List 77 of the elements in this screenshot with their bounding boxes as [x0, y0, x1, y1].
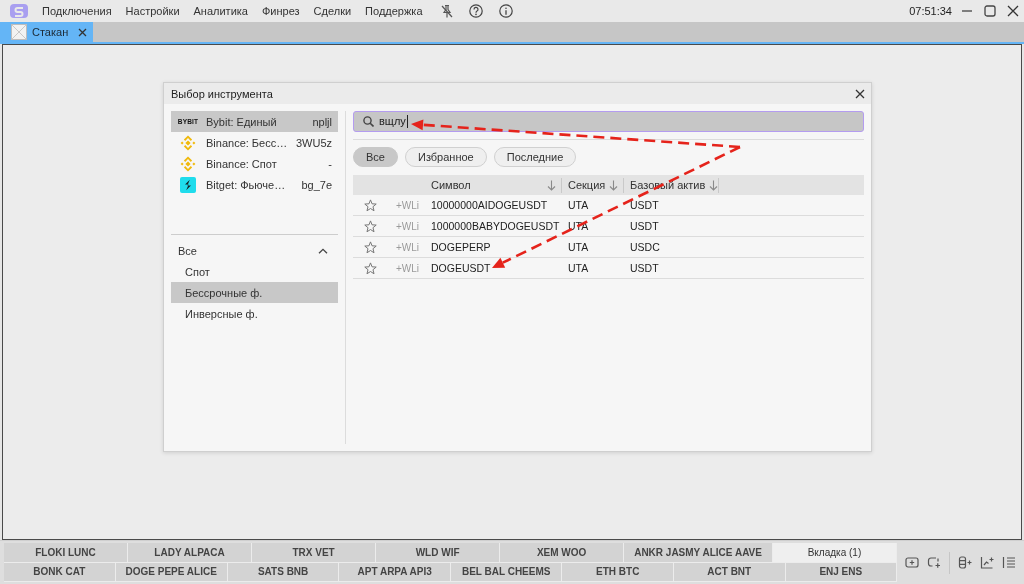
account-name: Binance: Бесс…: [206, 136, 288, 149]
close-icon[interactable]: [1007, 5, 1019, 17]
table-row[interactable]: +WLi 10000000AIDOGEUSDT UTA USDT: [353, 195, 864, 216]
symbol-text: 1000000BABYDOGEUSDT: [430, 220, 560, 232]
market-filter-item[interactable]: Спот: [171, 261, 338, 282]
menu-item[interactable]: Финрез: [262, 4, 300, 18]
base-asset-text: USDT: [629, 220, 659, 232]
symbol-text: DOGEPERP: [430, 241, 491, 253]
stack-plus-icon[interactable]: [958, 556, 972, 569]
base-asset-text: USDT: [629, 262, 659, 274]
workspace-tab[interactable]: TRX VET: [252, 543, 377, 562]
star-icon[interactable]: [364, 240, 377, 254]
filter-button[interactable]: Последние: [493, 147, 577, 167]
filter-button[interactable]: Все: [353, 147, 398, 167]
account-id: npljl: [312, 115, 332, 128]
workspace-tab[interactable]: Вкладка (1): [772, 543, 897, 562]
account-name: Bybit: Единый: [206, 115, 278, 128]
maximize-icon[interactable]: [984, 5, 996, 17]
menu-item[interactable]: Поддержка: [365, 4, 423, 18]
section-text: UTA: [567, 262, 589, 274]
dialog-title: Выбор инструмента: [171, 87, 274, 100]
chart-plus-icon[interactable]: [980, 556, 994, 569]
workspace-tab[interactable]: XEM WOO: [500, 543, 625, 562]
menu-item[interactable]: Подключения: [42, 4, 112, 18]
workspace-tab[interactable]: ANKR JASMY ALICE AAVE: [624, 543, 773, 562]
market-filter-item[interactable]: Бессрочные ф.: [171, 282, 338, 303]
crossed-square-icon: [11, 24, 27, 40]
close-icon[interactable]: [78, 27, 87, 37]
info-icon[interactable]: [498, 4, 513, 18]
workspace-tab[interactable]: LADY ALPACA: [128, 543, 253, 562]
workspace-tab[interactable]: WLD WIF: [376, 543, 501, 562]
diamond-logo-icon: [180, 155, 196, 172]
account-id: bg_7e: [301, 178, 332, 191]
chevron-up-icon[interactable]: [318, 247, 328, 254]
filter-button[interactable]: Избранное: [404, 147, 487, 167]
table-row[interactable]: +WLi DOGEPERP UTA USDC: [353, 237, 864, 258]
star-icon[interactable]: [364, 198, 377, 212]
diamond-logo-icon: [180, 134, 196, 151]
base-asset-text: USDT: [629, 199, 659, 211]
market-filter-item[interactable]: Инверсные ф.: [171, 303, 338, 324]
symbol-text: 10000000AIDOGEUSDT: [430, 199, 548, 211]
close-icon[interactable]: [855, 88, 865, 99]
help-icon[interactable]: [468, 4, 483, 18]
menu-item[interactable]: Настройки: [125, 4, 180, 18]
base-asset-text: USDC: [629, 241, 660, 253]
search-icon: [363, 116, 374, 127]
section-text: UTA: [567, 241, 589, 253]
logo-icon: [10, 4, 28, 18]
account-name: Bitget: Фьюче…: [206, 178, 287, 191]
account-id: -: [328, 157, 332, 170]
star-icon[interactable]: [364, 261, 377, 275]
column-header[interactable]: Символ: [425, 177, 562, 193]
account-item[interactable]: Binance: Спот -: [171, 153, 338, 174]
tab-label: Стакан: [32, 26, 70, 38]
market-filter-header[interactable]: Все: [171, 240, 338, 261]
sort-arrow-icon[interactable]: [709, 179, 719, 191]
square-logo-icon: [180, 176, 196, 193]
clock: 07:51:34: [909, 5, 952, 17]
list-icon[interactable]: [1002, 556, 1016, 569]
symbol-text: DOGEUSDT: [430, 262, 491, 274]
account-item[interactable]: Bitget: Фьюче… bg_7e: [171, 174, 338, 195]
account-id: 3WU5z: [295, 136, 332, 149]
section-text: UTA: [567, 199, 589, 211]
menu-item[interactable]: Аналитика: [193, 4, 248, 18]
loop-plus-icon[interactable]: [927, 556, 941, 569]
star-icon[interactable]: [364, 219, 377, 233]
menu-item[interactable]: Сделки: [313, 4, 352, 18]
account-name: Binance: Спот: [206, 157, 278, 170]
search-field[interactable]: вщлу: [353, 111, 864, 132]
document-tab[interactable]: Стакан: [0, 22, 93, 42]
pin-off-icon[interactable]: [440, 4, 453, 18]
account-item[interactable]: Binance: Бесс… 3WU5z: [171, 132, 338, 153]
sort-arrow-icon[interactable]: [609, 179, 619, 191]
column-header[interactable]: Секция: [562, 177, 624, 193]
window-plus-icon[interactable]: [905, 556, 919, 569]
workspace-tab[interactable]: FLOKI LUNC: [4, 543, 129, 562]
sort-arrow-icon[interactable]: [547, 179, 556, 191]
